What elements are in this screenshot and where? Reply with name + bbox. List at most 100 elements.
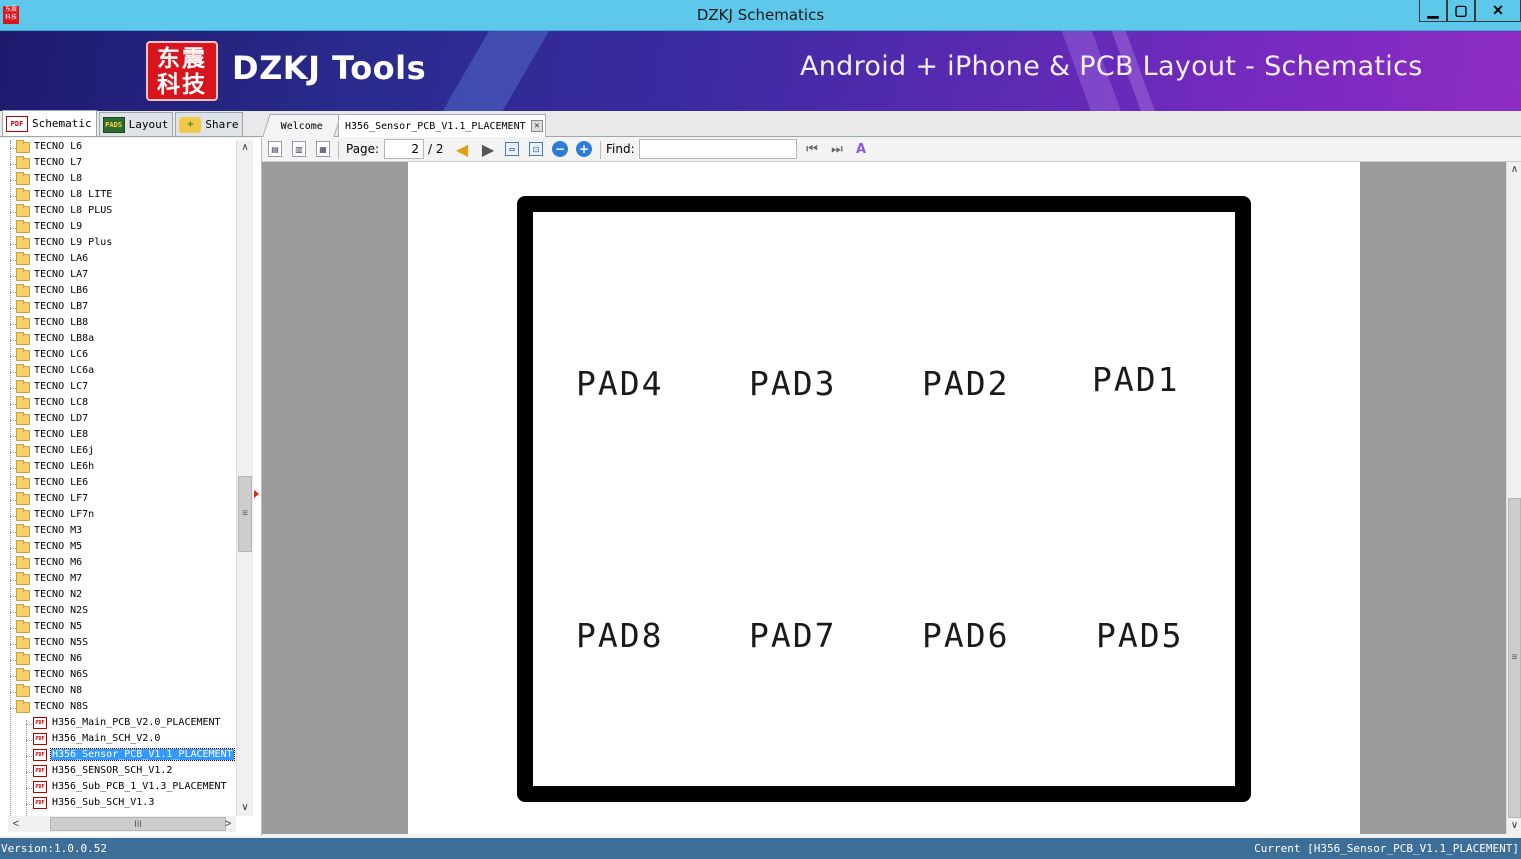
folder-icon xyxy=(16,444,30,457)
tree-connector xyxy=(26,788,32,789)
folder-icon xyxy=(16,652,30,665)
tree-guide-line xyxy=(26,720,27,816)
folder-icon xyxy=(16,300,30,313)
two-page-icon[interactable]: ▥ xyxy=(292,141,306,157)
folder-icon xyxy=(16,620,30,633)
brand-logo: 东震科技 xyxy=(146,41,218,101)
tree-item-label: TECNO LF7n xyxy=(34,509,95,520)
folder-icon xyxy=(16,684,30,697)
find-input[interactable] xyxy=(639,139,797,159)
tree-item-label: TECNO N2 xyxy=(34,589,83,600)
continuous-page-icon[interactable]: ▦ xyxy=(316,141,330,157)
minimize-button[interactable]: ▁ xyxy=(1419,0,1447,22)
maximize-button[interactable]: ▢ xyxy=(1447,0,1475,22)
folder-icon xyxy=(16,284,30,297)
collapse-panel-icon[interactable] xyxy=(254,490,259,498)
tree-item-label: TECNO LC8 xyxy=(34,397,89,408)
scroll-left-icon[interactable]: < xyxy=(8,816,24,832)
tab-layout[interactable]: PADS Layout xyxy=(98,112,174,136)
tree-item-label: TECNO N2S xyxy=(34,605,89,616)
tree-item-label: TECNO LE6 xyxy=(34,477,89,488)
tree-connector xyxy=(26,724,32,725)
document-viewer[interactable]: PAD4 PAD3 PAD2 PAD1 PAD8 PAD7 PAD6 PAD5 xyxy=(262,162,1506,834)
folder-icon xyxy=(16,428,30,441)
pdf-file-icon: PDF xyxy=(33,717,47,729)
close-tab-icon[interactable]: ✕ xyxy=(531,120,543,132)
file-tree[interactable]: TECNO L6 TECNO L7 TECNO L8 TECNO L8 LITE TEC… xyxy=(0,140,236,816)
tab-label: H356_Sensor_PCB_V1.1_PLACEMENT xyxy=(345,120,526,132)
previous-page-icon[interactable]: ◀ xyxy=(453,140,471,159)
scroll-thumb[interactable]: III xyxy=(50,817,226,831)
current-document-text: Current [H356_Sensor_PCB_V1.1_PLACEMENT] xyxy=(1254,842,1519,855)
pdf-file-icon: PDF xyxy=(33,749,47,761)
folder-icon xyxy=(16,588,30,601)
tree-item-label: TECNO LB8a xyxy=(34,333,95,344)
zoom-in-icon[interactable]: + xyxy=(576,141,592,157)
tab-welcome[interactable]: Welcome xyxy=(262,114,342,137)
tab-current-document[interactable]: H356_Sensor_PCB_V1.1_PLACEMENT ✕ xyxy=(338,114,546,137)
pdf-file-icon: PDF xyxy=(33,781,47,793)
find-next-icon[interactable]: ⏭ xyxy=(828,140,846,158)
tree-item-label: TECNO LC7 xyxy=(34,381,89,392)
tree-item-label: TECNO LC6 xyxy=(34,349,89,360)
folder-icon xyxy=(16,188,30,201)
tree-item-label: H356_Sub_PCB_1_V1.3_PLACEMENT xyxy=(52,781,227,792)
folder-icon xyxy=(16,636,30,649)
tree-vertical-scrollbar[interactable]: ∧ ≡ ∨ xyxy=(236,140,253,816)
tree-item-label: TECNO L9 xyxy=(34,221,83,232)
folder-icon xyxy=(16,668,30,681)
tree-horizontal-scrollbar[interactable]: < III > xyxy=(8,816,236,832)
scroll-thumb[interactable]: ≡ xyxy=(1508,498,1521,818)
tab-share[interactable]: + Share xyxy=(175,112,244,136)
pad-label: PAD4 xyxy=(576,364,664,403)
folder-icon xyxy=(16,396,30,409)
pad-label: PAD5 xyxy=(1096,616,1184,655)
tree-item-label: TECNO LB6 xyxy=(34,285,89,296)
folder-icon xyxy=(16,236,30,249)
folder-icon xyxy=(16,332,30,345)
window-title: DZKJ Schematics xyxy=(696,6,825,24)
folder-icon xyxy=(16,492,30,505)
scroll-thumb[interactable]: ≡ xyxy=(238,476,252,552)
version-text: Version:1.0.0.52 xyxy=(1,842,107,855)
scroll-up-icon[interactable]: ∧ xyxy=(237,140,253,156)
scroll-right-icon[interactable]: > xyxy=(220,816,236,832)
tree-item-label: TECNO M5 xyxy=(34,541,83,552)
scroll-up-icon[interactable]: ∧ xyxy=(1507,162,1521,178)
close-button[interactable]: ✕ xyxy=(1475,0,1521,22)
tree-connector xyxy=(26,740,32,741)
folder-icon xyxy=(16,572,30,585)
fit-width-icon[interactable]: ⇔ xyxy=(505,142,519,156)
pad-label: PAD1 xyxy=(1092,360,1180,399)
viewer-vertical-scrollbar[interactable]: ∧ ≡ ∨ xyxy=(1506,162,1521,834)
scroll-down-icon[interactable]: ∨ xyxy=(1507,818,1521,834)
share-folder-icon: + xyxy=(179,116,202,133)
tree-item-label: TECNO N5S xyxy=(34,637,89,648)
zoom-out-icon[interactable]: − xyxy=(552,141,568,157)
folder-icon xyxy=(16,476,30,489)
tree-item-label: H356_Main_SCH_V2.0 xyxy=(52,733,161,744)
pad-label: PAD3 xyxy=(749,364,837,403)
fit-page-icon[interactable]: ⊡ xyxy=(529,142,543,156)
scroll-down-icon[interactable]: ∨ xyxy=(237,800,253,816)
single-page-icon[interactable]: ▤ xyxy=(268,141,282,157)
tree-item-label: TECNO LB8 xyxy=(34,317,89,328)
viewer-toolbar: ▤ ▥ ▦ Page: 2 / 2 ◀ ▶ ⇔ ⊡ − + Find: ⏮ ⏭ … xyxy=(262,137,1521,162)
folder-icon xyxy=(16,380,30,393)
banner-decoration xyxy=(419,31,561,111)
folder-icon xyxy=(16,220,30,233)
tree-item-label: TECNO N5 xyxy=(34,621,83,632)
tree-item-label: TECNO LF7 xyxy=(34,493,89,504)
title-bar: 东震科技 DZKJ Schematics ▁ ▢ ✕ xyxy=(0,0,1521,31)
tab-schematic[interactable]: PDF Schematic xyxy=(2,110,97,136)
tree-item-label: TECNO M3 xyxy=(34,525,83,536)
next-page-icon[interactable]: ▶ xyxy=(479,140,497,159)
page-total: / 2 xyxy=(428,142,444,156)
brand-name: DZKJ Tools xyxy=(232,49,427,87)
left-panel-tabs: PDF Schematic PADS Layout + Share xyxy=(0,110,262,137)
highlight-text-icon[interactable]: A xyxy=(852,140,870,158)
find-previous-icon[interactable]: ⏮ xyxy=(803,140,821,158)
document-tabs: Welcome H356_Sensor_PCB_V1.1_PLACEMENT ✕ xyxy=(262,111,1521,137)
tree-guide-line xyxy=(10,140,11,816)
page-number-input[interactable]: 2 xyxy=(384,139,424,159)
